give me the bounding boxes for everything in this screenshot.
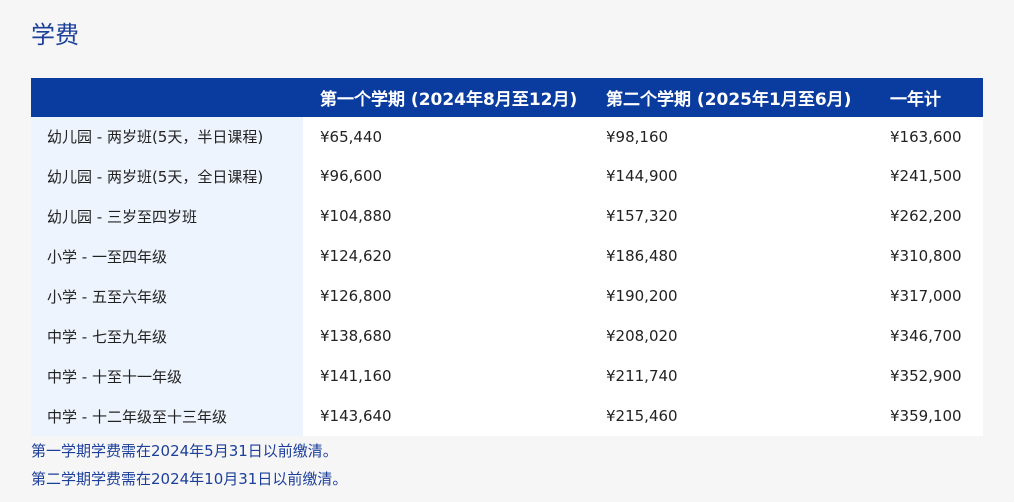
term1-fee-cell: ¥65,440 bbox=[303, 117, 596, 156]
column-header-term1: 第一个学期 (2024年8月至12月) bbox=[303, 78, 596, 117]
payment-note-term1: 第一学期学费需在2024年5月31日以前缴清。 bbox=[31, 442, 338, 460]
annual-fee-cell: ¥241,500 bbox=[879, 156, 983, 196]
payment-note-term2: 第二学期学费需在2024年10月31日以前缴清。 bbox=[31, 470, 348, 488]
term2-fee-cell: ¥211,740 bbox=[596, 356, 879, 396]
grade-level-cell: 中学 - 十至十一年级 bbox=[31, 356, 303, 396]
grade-level-cell: 中学 - 十二年级至十三年级 bbox=[31, 396, 303, 436]
grade-level-cell: 幼儿园 - 两岁班(5天，半日课程) bbox=[31, 117, 303, 156]
term1-fee-cell: ¥96,600 bbox=[303, 156, 596, 196]
table-row: 幼儿园 - 两岁班(5天，半日课程) ¥65,440 ¥98,160 ¥163,… bbox=[31, 117, 983, 156]
term2-fee-cell: ¥157,320 bbox=[596, 196, 879, 236]
table-header-row: 第一个学期 (2024年8月至12月) 第二个学期 (2025年1月至6月) 一… bbox=[31, 78, 983, 117]
term2-fee-cell: ¥144,900 bbox=[596, 156, 879, 196]
annual-fee-cell: ¥352,900 bbox=[879, 356, 983, 396]
grade-level-cell: 中学 - 七至九年级 bbox=[31, 316, 303, 356]
annual-fee-cell: ¥262,200 bbox=[879, 196, 983, 236]
term2-fee-cell: ¥215,460 bbox=[596, 396, 879, 436]
grade-level-cell: 小学 - 一至四年级 bbox=[31, 236, 303, 276]
table-row: 小学 - 一至四年级 ¥124,620 ¥186,480 ¥310,800 bbox=[31, 236, 983, 276]
page-title: 学费 bbox=[31, 21, 79, 49]
term1-fee-cell: ¥124,620 bbox=[303, 236, 596, 276]
column-header-year: 一年计 bbox=[879, 78, 983, 117]
table-row: 中学 - 七至九年级 ¥138,680 ¥208,020 ¥346,700 bbox=[31, 316, 983, 356]
term2-fee-cell: ¥190,200 bbox=[596, 276, 879, 316]
grade-level-cell: 幼儿园 - 两岁班(5天，全日课程) bbox=[31, 156, 303, 196]
table-row: 幼儿园 - 两岁班(5天，全日课程) ¥96,600 ¥144,900 ¥241… bbox=[31, 156, 983, 196]
table-row: 中学 - 十至十一年级 ¥141,160 ¥211,740 ¥352,900 bbox=[31, 356, 983, 396]
table-row: 小学 - 五至六年级 ¥126,800 ¥190,200 ¥317,000 bbox=[31, 276, 983, 316]
term1-fee-cell: ¥143,640 bbox=[303, 396, 596, 436]
annual-fee-cell: ¥317,000 bbox=[879, 276, 983, 316]
table-row: 中学 - 十二年级至十三年级 ¥143,640 ¥215,460 ¥359,10… bbox=[31, 396, 983, 436]
term2-fee-cell: ¥208,020 bbox=[596, 316, 879, 356]
term1-fee-cell: ¥126,800 bbox=[303, 276, 596, 316]
table-row: 幼儿园 - 三岁至四岁班 ¥104,880 ¥157,320 ¥262,200 bbox=[31, 196, 983, 236]
annual-fee-cell: ¥346,700 bbox=[879, 316, 983, 356]
term1-fee-cell: ¥141,160 bbox=[303, 356, 596, 396]
annual-fee-cell: ¥163,600 bbox=[879, 117, 983, 156]
grade-level-cell: 小学 - 五至六年级 bbox=[31, 276, 303, 316]
tuition-table: 第一个学期 (2024年8月至12月) 第二个学期 (2025年1月至6月) 一… bbox=[31, 78, 983, 436]
annual-fee-cell: ¥359,100 bbox=[879, 396, 983, 436]
term2-fee-cell: ¥98,160 bbox=[596, 117, 879, 156]
annual-fee-cell: ¥310,800 bbox=[879, 236, 983, 276]
column-header-level bbox=[31, 78, 303, 117]
column-header-term2: 第二个学期 (2025年1月至6月) bbox=[596, 78, 879, 117]
term1-fee-cell: ¥138,680 bbox=[303, 316, 596, 356]
term2-fee-cell: ¥186,480 bbox=[596, 236, 879, 276]
term1-fee-cell: ¥104,880 bbox=[303, 196, 596, 236]
grade-level-cell: 幼儿园 - 三岁至四岁班 bbox=[31, 196, 303, 236]
